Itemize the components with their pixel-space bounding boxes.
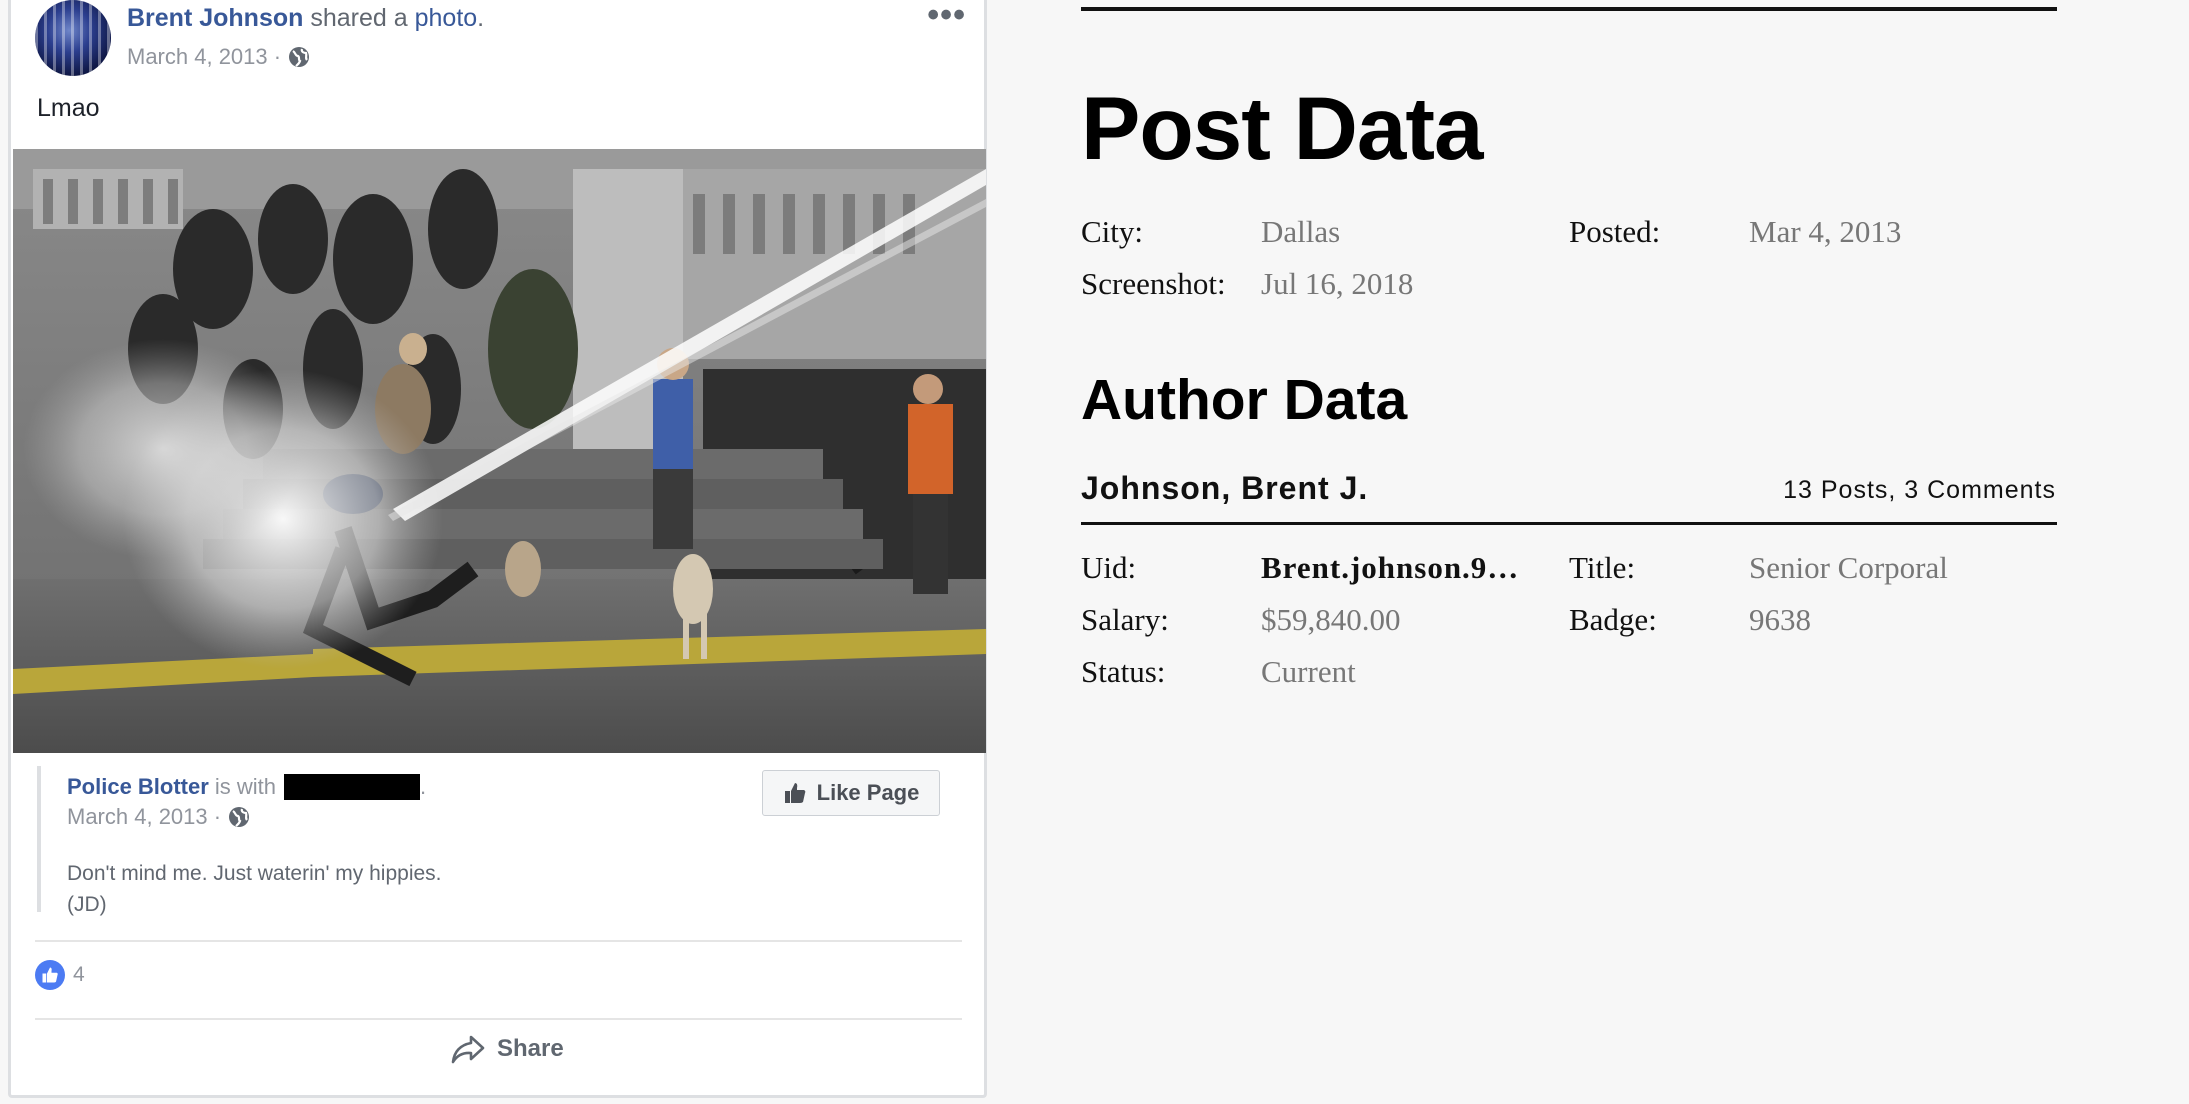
shared-text: shared a xyxy=(310,4,408,32)
title-label: Title: xyxy=(1569,550,1636,585)
like-page-button[interactable]: Like Page xyxy=(762,770,940,816)
author-full-name: Johnson, Brent J. xyxy=(1081,470,1369,506)
top-rule xyxy=(1081,7,2057,11)
posted-value: Mar 4, 2013 xyxy=(1749,214,1902,249)
reaction-count: 4 xyxy=(73,963,85,986)
screenshot-label: Screenshot: xyxy=(1081,266,1226,301)
shared-post-text: Don't mind me. Just waterin' my hippies.… xyxy=(67,862,442,916)
like-reaction-icon xyxy=(35,960,65,990)
salary-label: Salary: xyxy=(1081,602,1169,637)
reactions-bar[interactable]: 4 xyxy=(35,960,85,990)
salary-value: $59,840.00 xyxy=(1261,602,1401,637)
post-header: Brent Johnson shared a photo. xyxy=(127,4,484,33)
badge-label: Badge: xyxy=(1569,602,1657,637)
like-page-label: Like Page xyxy=(816,780,920,805)
divider xyxy=(35,940,962,942)
globe-icon xyxy=(289,47,310,67)
shared-date-row: March 4, 2013 · xyxy=(67,804,251,830)
shared-post-date[interactable]: March 4, 2013 · xyxy=(67,804,221,830)
post-text: Lmao xyxy=(37,94,100,122)
title-value: Senior Corporal xyxy=(1749,550,1948,585)
thumbs-up-icon xyxy=(784,783,805,803)
period: . xyxy=(477,4,485,32)
posted-label: Posted: xyxy=(1569,214,1661,249)
status-label: Status: xyxy=(1081,654,1166,689)
divider xyxy=(35,1018,962,1020)
post-photo[interactable] xyxy=(13,149,986,753)
author-data-heading: Author Data xyxy=(1081,368,1408,432)
share-icon xyxy=(451,1035,485,1064)
shared-post: Police Blotter is with . March 4, 2013 ·… xyxy=(37,766,940,916)
city-value: Dallas xyxy=(1261,214,1341,249)
facebook-post-card: Brent Johnson shared a photo. March 4, 2… xyxy=(8,0,987,1098)
shared-post-header: Police Blotter is with . xyxy=(67,774,426,800)
share-button[interactable]: Share xyxy=(451,1034,564,1064)
with-text: is with xyxy=(214,774,276,799)
photo-scene xyxy=(13,149,986,753)
page-name-link[interactable]: Police Blotter xyxy=(67,774,209,800)
redacted-block xyxy=(283,774,420,800)
more-options-icon[interactable]: ••• xyxy=(927,0,966,32)
uid-label: Uid: xyxy=(1081,550,1137,585)
badge-value: 9638 xyxy=(1749,602,1811,637)
author-avatar[interactable] xyxy=(35,0,111,76)
post-date[interactable]: March 4, 2013 · xyxy=(127,44,281,70)
share-label: Share xyxy=(497,1035,564,1062)
uid-value: Brent.johnson.9… xyxy=(1261,550,1520,585)
photo-link[interactable]: photo xyxy=(415,4,478,32)
screenshot-value: Jul 16, 2018 xyxy=(1261,266,1414,301)
period: . xyxy=(419,774,427,799)
author-name-link[interactable]: Brent Johnson xyxy=(127,4,303,32)
author-stats: 13 Posts, 3 Comments xyxy=(1783,476,2056,504)
globe-icon xyxy=(229,807,250,827)
city-label: City: xyxy=(1081,214,1144,249)
status-value: Current xyxy=(1261,654,1356,689)
post-data-heading: Post Data xyxy=(1081,78,1483,178)
post-date-row: March 4, 2013 · xyxy=(127,44,311,70)
author-rule xyxy=(1081,522,2057,525)
